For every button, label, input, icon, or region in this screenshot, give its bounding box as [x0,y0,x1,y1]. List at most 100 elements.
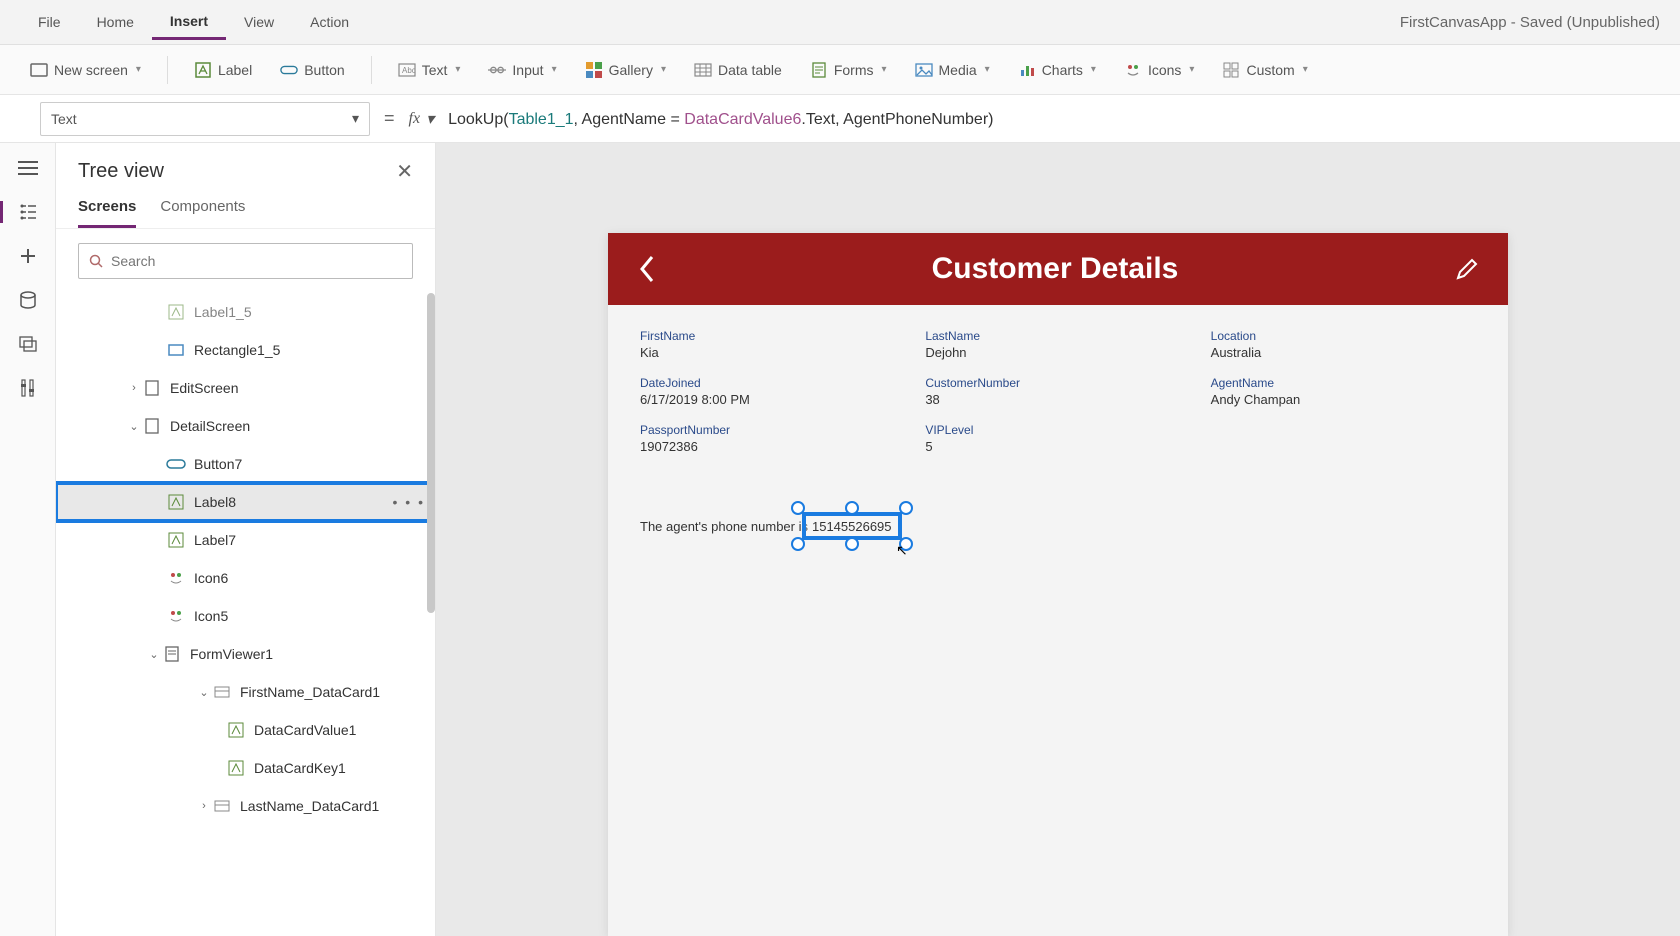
chevron-down-icon[interactable]: ⌄ [126,420,142,433]
tree-node-label8[interactable]: Label8 • • • [56,483,435,521]
datacard-icon [212,796,232,816]
chevron-down-icon: ▾ [552,64,557,75]
resize-handle[interactable] [899,501,913,515]
scrollbar-thumb[interactable] [427,293,435,613]
tree-node-label: Rectangle1_5 [194,342,280,358]
label-button[interactable]: Label [184,55,262,85]
data-icon[interactable] [17,289,39,311]
chevron-down-icon: ▾ [426,109,434,129]
chevron-right-icon[interactable]: › [126,382,142,394]
resize-handle[interactable] [791,537,805,551]
media-btn-label: Media [939,62,977,78]
add-icon[interactable] [17,245,39,267]
resize-handle[interactable] [791,501,805,515]
tree-node-label: DataCardKey1 [254,760,346,776]
tree-node-label: Label1_5 [194,304,252,320]
resize-handle[interactable] [845,501,859,515]
hamburger-icon[interactable] [17,157,39,179]
tree-node-formviewer1[interactable]: ⌄ FormViewer1 [56,635,435,673]
chevron-down-icon: ▾ [881,64,886,75]
property-selector[interactable]: Text ▾ [40,102,370,136]
property-name: Text [51,111,77,127]
tree-node-detailscreen[interactable]: ⌄ DetailScreen [56,407,435,445]
menu-action[interactable]: Action [292,6,367,38]
text-icon: Abc [398,61,416,79]
menu-insert[interactable]: Insert [152,5,226,40]
tree-node-label: LastName_DataCard1 [240,798,379,814]
menu-view[interactable]: View [226,6,292,38]
field-passportnumber: PassportNumber 19072386 [640,423,905,454]
gallery-btn-label: Gallery [609,62,653,78]
formula-input[interactable]: LookUp(Table1_1, AgentName = DataCardVal… [448,109,993,129]
charts-button[interactable]: Charts ▾ [1008,55,1106,85]
form-body: FirstName Kia LastName Dejohn Location A… [608,305,1508,735]
tree-node-label: EditScreen [170,380,238,396]
search-input[interactable] [111,253,402,269]
back-icon[interactable] [636,253,656,285]
button-btn-label: Button [304,62,344,78]
chevron-down-icon[interactable]: ⌄ [146,648,162,661]
tree-node-label7[interactable]: Label7 [56,521,435,559]
more-icon[interactable]: • • • [393,494,425,510]
forms-button[interactable]: Forms ▾ [800,55,897,85]
chevron-down-icon[interactable]: ⌄ [196,686,212,699]
canvas-area[interactable]: Customer Details FirstName Kia LastName … [436,143,1680,936]
advanced-icon[interactable] [17,377,39,399]
forms-icon [810,61,828,79]
forms-btn-label: Forms [834,62,874,78]
tree-node-rectangle1-5[interactable]: Rectangle1_5 [56,331,435,369]
media-rail-icon[interactable] [17,333,39,355]
tree-node-button7[interactable]: Button7 [56,445,435,483]
tab-components[interactable]: Components [160,198,245,228]
chevron-down-icon: ▾ [1303,64,1308,75]
tree-node-label1-5[interactable]: Label1_5 [56,293,435,331]
fx-label: fx [409,110,421,128]
chevron-down-icon: ▾ [1189,64,1194,75]
edit-icon[interactable] [1454,256,1480,282]
agent-phone-row: The agent's phone number is 15145526695 [640,512,1476,540]
screen-icon [142,416,162,436]
resize-handle[interactable] [845,537,859,551]
equals-sign: = [384,108,395,129]
chevron-down-icon: ▾ [136,64,141,75]
icon-icon [166,606,186,626]
media-button[interactable]: Media ▾ [905,55,1000,85]
menu-file[interactable]: File [20,6,79,38]
gallery-button[interactable]: Gallery ▾ [575,55,676,85]
tree-search[interactable] [78,243,413,279]
tree-node-label: FirstName_DataCard1 [240,684,380,700]
tree-node-firstname-datacard[interactable]: ⌄ FirstName_DataCard1 [56,673,435,711]
tree-node-icon5[interactable]: Icon5 [56,597,435,635]
field-label: FirstName [640,329,905,343]
input-button[interactable]: Input ▾ [478,55,566,85]
tree-node-icon6[interactable]: Icon6 [56,559,435,597]
button-button[interactable]: Button [270,55,354,85]
chevron-right-icon[interactable]: › [196,800,212,812]
field-label: Location [1211,329,1476,343]
tree-node-lastname-datacard[interactable]: › LastName_DataCard1 [56,787,435,825]
field-customernumber: CustomerNumber 38 [925,376,1190,407]
tree-list[interactable]: Label1_5 Rectangle1_5 › EditScreen ⌄ Det… [56,293,435,936]
tree-node-label: Button7 [194,456,242,472]
field-lastname: LastName Dejohn [925,329,1190,360]
tree-node-datacardvalue1[interactable]: DataCardValue1 [56,711,435,749]
selected-control-label8[interactable]: 15145526695 [802,512,902,540]
custom-btn-label: Custom [1246,62,1294,78]
tree-view-icon[interactable] [0,201,55,223]
text-button[interactable]: Abc Text ▾ [388,55,471,85]
fx-icon[interactable]: fx ▾ [409,109,435,129]
menu-home[interactable]: Home [79,6,152,38]
field-value: 38 [925,392,1190,407]
data-table-button[interactable]: Data table [684,55,792,85]
tree-node-editscreen[interactable]: › EditScreen [56,369,435,407]
tree-node-datacardkey1[interactable]: DataCardKey1 [56,749,435,787]
new-screen-button[interactable]: New screen ▾ [20,55,151,85]
custom-button[interactable]: Custom ▾ [1212,55,1317,85]
tab-screens[interactable]: Screens [78,198,136,228]
close-icon[interactable]: ✕ [396,159,413,184]
datacard-icon [212,682,232,702]
label-icon [226,720,246,740]
field-value: Andy Champan [1211,392,1476,407]
icons-button[interactable]: Icons ▾ [1114,55,1205,85]
agent-phone-prefix: The agent's phone number is [640,519,808,534]
